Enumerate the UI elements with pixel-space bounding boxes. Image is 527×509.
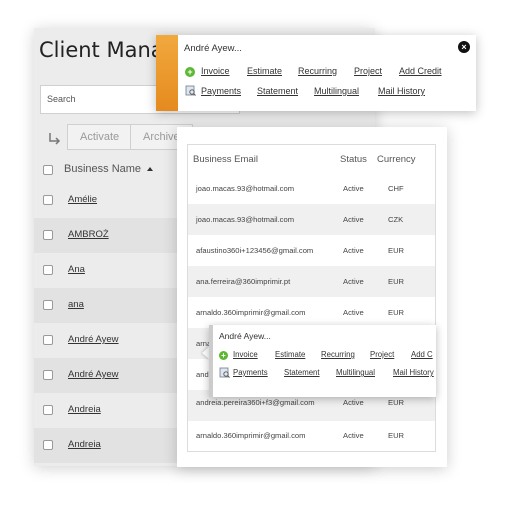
status-cell: Active (343, 398, 364, 407)
email-table: Business Email Status Currency joao.maca… (187, 144, 436, 452)
add-credit-link[interactable]: Add C (411, 350, 433, 359)
table-row[interactable]: afaustino360i+123456@gmail.com Active EUR (188, 235, 435, 266)
add-credit-link[interactable]: Add Credit (399, 66, 442, 76)
table-row[interactable]: ana.ferreira@360imprimir.pt Active EUR (188, 266, 435, 297)
recurring-link[interactable]: Recurring (321, 350, 355, 359)
client-actions-popup: André Ayew... × + Invoice Estimate Recur… (156, 35, 476, 111)
client-name-link[interactable]: AMBROŻ (68, 229, 109, 240)
email-cell: andreia.pereira360i+f3@gmail.com (196, 398, 315, 407)
add-icon: + (219, 351, 228, 360)
payments-link[interactable]: Payments (201, 86, 241, 96)
status-cell: Active (343, 246, 364, 255)
popup-accent-stripe (156, 35, 178, 111)
client-name-link[interactable]: ana (68, 299, 84, 310)
status-cell: Active (343, 308, 364, 317)
currency-cell: CZK (388, 215, 404, 224)
mail-history-link[interactable]: Mail History (393, 368, 434, 377)
popup-stripe (209, 325, 213, 397)
row-checkbox[interactable] (43, 230, 53, 240)
currency-cell: EUR (388, 431, 405, 440)
status-column-header[interactable]: Status (340, 154, 367, 165)
client-name-link[interactable]: Amélie (68, 194, 97, 205)
row-checkbox[interactable] (43, 195, 53, 205)
business-email-column-header[interactable]: Business Email (193, 154, 258, 165)
currency-cell: EUR (388, 277, 405, 286)
email-cell: joao.macas.93@hotmail.com (196, 215, 295, 224)
estimate-link[interactable]: Estimate (275, 350, 305, 359)
email-cell: arnaldo.360imprimir@gmail.com (196, 431, 306, 440)
statement-link[interactable]: Statement (257, 86, 298, 96)
client-name-link[interactable]: Ana (68, 264, 85, 275)
statement-link[interactable]: Statement (284, 368, 320, 377)
row-checkbox[interactable] (43, 335, 53, 345)
status-cell: Active (343, 277, 364, 286)
project-link[interactable]: Project (354, 66, 382, 76)
estimate-link[interactable]: Estimate (247, 66, 282, 76)
currency-cell: CHF (388, 184, 404, 193)
undo-icon[interactable] (47, 131, 61, 145)
table-row[interactable]: arnaldo.360imprimir@gmail.com Active EUR (188, 421, 435, 451)
email-table-panel: Business Email Status Currency joao.maca… (177, 127, 447, 467)
multilingual-link[interactable]: Multilingual (336, 368, 375, 377)
email-cell: ana.ferreira@360imprimir.pt (196, 277, 291, 286)
status-cell: Active (343, 431, 364, 440)
mail-history-link[interactable]: Mail History (378, 86, 425, 96)
client-name-link[interactable]: André Ayew (68, 369, 119, 380)
table-row[interactable]: joao.macas.93@hotmail.com Active CHF (188, 173, 435, 204)
recurring-link[interactable]: Recurring (298, 66, 337, 76)
currency-cell: EUR (388, 398, 405, 407)
row-checkbox[interactable] (43, 440, 53, 450)
client-name-link[interactable]: André Ayew (68, 334, 119, 345)
invoice-link[interactable]: Invoice (201, 66, 230, 76)
client-name-link[interactable]: Andreia (68, 439, 101, 450)
sort-ascending-icon (147, 167, 154, 172)
payments-link[interactable]: Payments (233, 368, 268, 377)
invoice-link[interactable]: Invoice (233, 350, 258, 359)
project-link[interactable]: Project (370, 350, 394, 359)
payments-icon (219, 367, 230, 378)
activate-button[interactable]: Activate (67, 124, 133, 150)
row-checkbox[interactable] (43, 370, 53, 380)
email-cell: afaustino360i+123456@gmail.com (196, 246, 314, 255)
popup-client-name: André Ayew... (219, 331, 271, 341)
popup-client-name: André Ayew... (184, 43, 242, 54)
status-cell: Active (343, 184, 364, 193)
add-icon: + (185, 67, 195, 77)
currency-column-header[interactable]: Currency (377, 154, 416, 165)
currency-cell: EUR (388, 246, 405, 255)
business-name-column-header[interactable]: Business Name (64, 163, 154, 175)
email-cell: arnaldo.360imprimir@gmail.com (196, 308, 306, 317)
table-row[interactable]: arnaldo.360imprimir@gmail.com Active EUR (188, 297, 435, 328)
multilingual-link[interactable]: Multilingual (314, 86, 359, 96)
row-checkbox[interactable] (43, 265, 53, 275)
client-actions-popup-small: André Ayew... + Invoice Estimate Recurri… (209, 325, 436, 397)
row-checkbox[interactable] (43, 300, 53, 310)
currency-cell: EUR (388, 308, 405, 317)
select-all-checkbox[interactable] (43, 165, 53, 175)
close-icon[interactable]: × (458, 41, 470, 53)
row-checkbox[interactable] (43, 405, 53, 415)
client-name-link[interactable]: Andreia (68, 404, 101, 415)
column-label: Business Name (64, 163, 142, 175)
table-row[interactable]: joao.macas.93@hotmail.com Active CZK (188, 204, 435, 235)
status-cell: Active (343, 215, 364, 224)
payments-icon (185, 85, 196, 96)
email-cell: joao.macas.93@hotmail.com (196, 184, 295, 193)
